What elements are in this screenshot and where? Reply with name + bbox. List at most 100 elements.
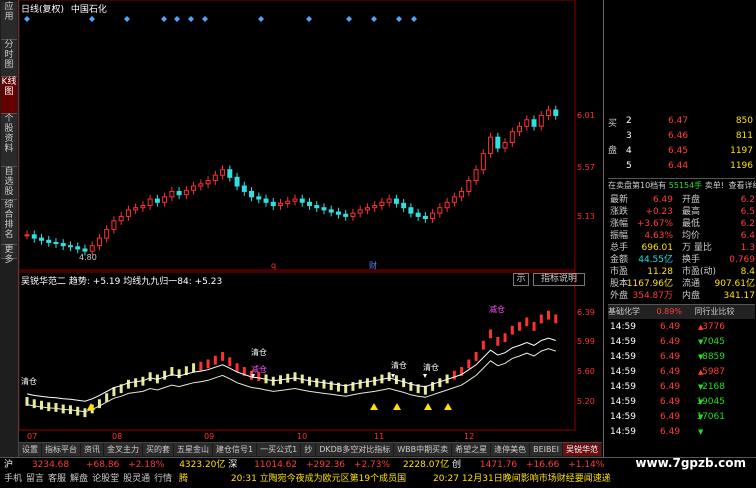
indicator-tab[interactable]: 金叉主力	[104, 443, 142, 456]
candle-body	[105, 229, 109, 238]
bid-level-row[interactable]: 56.441196	[608, 159, 755, 173]
cy-index[interactable]: 1471.76	[480, 458, 517, 472]
stat-row: 股本1167.96亿流通907.61亿	[608, 278, 755, 290]
status-menu: 手机留言客服解盘论股堂股灵通行情	[4, 474, 176, 484]
candle-body	[235, 177, 239, 186]
side-tab[interactable]: 综合排名	[1, 200, 17, 245]
sh-amount: 4323.20亿	[179, 458, 225, 472]
stat-key-2: 内盘	[682, 290, 700, 302]
stat-value-2: 1.3	[741, 242, 755, 254]
side-tab[interactable]: 个股资料	[1, 114, 17, 167]
indicator-tab[interactable]: 设置	[19, 443, 41, 456]
side-tab[interactable]: 分时图	[1, 40, 17, 77]
candle-body	[344, 214, 348, 216]
candle-body	[373, 206, 377, 208]
indicator-tab[interactable]: 建仓信号1	[213, 443, 256, 456]
candle-body	[76, 247, 80, 249]
candle-body	[155, 199, 159, 202]
stat-row: 总手696.01万 量比1.3	[608, 242, 755, 254]
tick-row: 14:596.49▼17061	[608, 410, 755, 424]
quote-panel: 买 盘 26.4785036.4681146.45119756.441196 在…	[603, 0, 756, 457]
bid-level-number: 4	[626, 144, 632, 158]
indicator-tab[interactable]: 买的套	[143, 443, 173, 456]
indicator-tab[interactable]: 吴锐华范	[563, 443, 601, 456]
industry-tab-change: 0.89%	[657, 307, 682, 316]
stat-value-2: 8.4	[741, 266, 755, 278]
status-menu-item[interactable]: 解盘	[70, 474, 88, 484]
bid-level-number: 5	[626, 159, 632, 173]
stat-row: 金额44.55亿换手0.769	[608, 254, 755, 266]
price-axis-label: 5.13	[577, 212, 595, 221]
candle-body	[503, 143, 507, 148]
bid-level-row[interactable]: 36.46811	[608, 129, 755, 143]
candle-body	[250, 191, 254, 196]
status-menu-item[interactable]: 股灵通	[123, 474, 150, 484]
bid-level-row[interactable]: 26.47850	[608, 114, 755, 128]
side-tab[interactable]: K线图	[1, 77, 17, 114]
indicator-tab[interactable]: WBB中期买卖	[394, 443, 451, 456]
chart-stock-name: 中国石化	[71, 5, 107, 15]
candle-body	[518, 126, 522, 131]
order-notice-link[interactable]: 查看详细	[729, 181, 756, 190]
news-item-2[interactable]: 20:27 12月31日晚间影响市场财经要闻速递	[433, 474, 611, 484]
indicator-extra-button[interactable]: 示	[513, 273, 529, 286]
status-menu-item[interactable]: 客服	[48, 474, 66, 484]
indicator-tab[interactable]: 一买公式1	[257, 443, 300, 456]
news-row: 手机留言客服解盘论股堂股灵通行情 腾 20:31 立陶宛今夜成为欧元区第19个成…	[0, 472, 611, 486]
chart-period[interactable]: 日线(复权)	[21, 5, 64, 15]
status-menu-item[interactable]: 手机	[4, 474, 22, 484]
signal-diamond-icon	[161, 16, 167, 22]
indicator-tab[interactable]: 指标平台	[42, 443, 80, 456]
order-notice[interactable]: 在卖盘第10档有 55154手 卖单! 查看详细	[608, 178, 755, 193]
status-menu-end[interactable]: 腾	[179, 474, 188, 484]
cy-percent: +1.14%	[568, 458, 604, 472]
candle-body	[431, 213, 435, 218]
chart-svg[interactable]: 6.015.575.134.80q财6.395.995.605.20清仓减仓清仓…	[19, 0, 602, 440]
stat-key: 最新	[610, 194, 628, 206]
indicator-tab[interactable]: 希望之星	[452, 443, 490, 456]
signal-diamond-icon	[124, 16, 130, 22]
indicator-tab[interactable]: 资讯	[81, 443, 103, 456]
indicator-tab[interactable]: 抄	[301, 443, 315, 456]
sh-index[interactable]: 3234.68	[32, 458, 69, 472]
stat-value: 11.28	[647, 266, 673, 278]
side-tab[interactable]: 更多	[1, 245, 17, 259]
candle-body	[54, 242, 58, 243]
chart-area[interactable]: 6.015.575.134.80q财6.395.995.605.20清仓减仓清仓…	[19, 0, 602, 440]
side-tab[interactable]: 自选股	[1, 167, 17, 200]
stat-key-2: 市盈(动)	[682, 266, 716, 278]
signal-diamond-icon	[89, 16, 95, 22]
bid-level-row[interactable]: 46.451197	[608, 144, 755, 158]
news-item-1[interactable]: 20:31 立陶宛今夜成为欧元区第19个成员国	[231, 474, 406, 484]
time-axis-label: 12	[464, 432, 474, 440]
signal-label-qc1: 清仓	[21, 376, 37, 386]
sub-price-axis-label: 6.39	[577, 308, 595, 317]
indicator-tab[interactable]: 逢停美色	[491, 443, 529, 456]
indicator-tab[interactable]: BEIBEI	[530, 443, 562, 456]
industry-tab-compare[interactable]: 同行业比较	[695, 307, 735, 316]
sz-index[interactable]: 11014.62	[254, 458, 297, 472]
candle-body	[221, 170, 225, 175]
candle-body	[293, 199, 297, 201]
stat-key-2: 均价	[682, 230, 700, 242]
status-menu-item[interactable]: 留言	[26, 474, 44, 484]
indicator-help-button[interactable]: 指标说明	[533, 273, 585, 286]
candle-body	[539, 115, 543, 126]
stat-value-2: 0.769	[729, 254, 755, 266]
candle-body	[25, 235, 29, 236]
status-menu-item[interactable]: 行情	[154, 474, 172, 484]
tick-price: 6.49	[660, 350, 680, 364]
status-menu-item[interactable]: 论股堂	[92, 474, 119, 484]
indicator-tab[interactable]: 五星金山	[174, 443, 212, 456]
sell-triangle-icon	[423, 374, 427, 378]
side-tab[interactable]: 应用	[1, 2, 17, 40]
candle-body	[394, 199, 398, 203]
candle-body	[264, 199, 268, 202]
indicator-tab[interactable]: DKDB多空对比指标	[316, 443, 393, 456]
candle-body	[467, 181, 471, 192]
sz-amount: 2228.07亿	[403, 458, 449, 472]
stat-value-2: 341.17	[724, 290, 756, 302]
signal-diamond-icon	[306, 16, 312, 22]
industry-tab-sector[interactable]: 基础化学	[608, 307, 640, 316]
candle-body	[402, 203, 406, 207]
